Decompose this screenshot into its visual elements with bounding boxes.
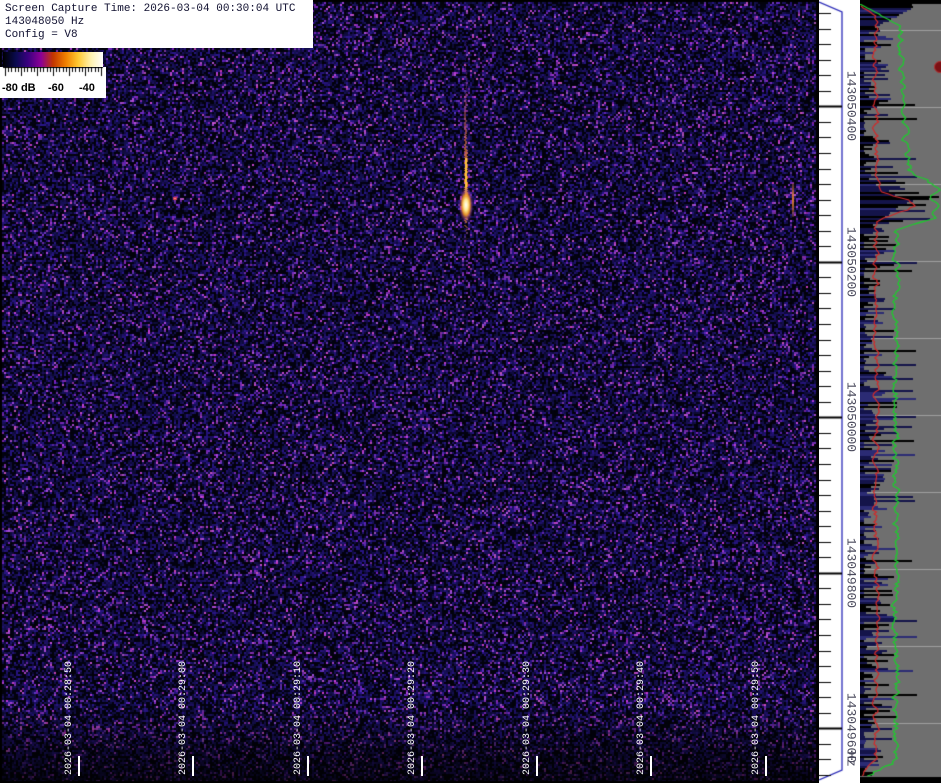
colorbar-label-40db: -40 — [79, 82, 95, 94]
time-axis-label: 2026-03-04 00:29:50 — [751, 661, 762, 775]
intensity-colorbar-scale: -80 dB -60 -40 — [0, 67, 106, 98]
time-tick — [421, 756, 423, 776]
capture-info-box: Screen Capture Time: 2026-03-04 00:30:04… — [0, 0, 313, 48]
colorbar-label-80db: -80 dB — [2, 82, 36, 94]
frequency-unit-label: Hz — [844, 751, 859, 767]
config-text: Config = V8 — [5, 29, 313, 42]
colorbar-label-60db: -60 — [48, 82, 64, 94]
time-tick — [192, 756, 194, 776]
live-spectrum-panel-canvas — [860, 0, 941, 783]
time-tick — [78, 756, 80, 776]
frequency-tick-label: 143050200 — [844, 227, 859, 297]
time-axis-label: 2026-03-04 00:29:30 — [522, 661, 533, 775]
receiver-frequency-text: 143048050 Hz — [5, 16, 313, 29]
meteor-spectrogram-screen: 2026-03-04 00:28:50 2026-03-04 00:29:00 20… — [0, 0, 941, 783]
time-tick — [765, 756, 767, 776]
time-tick — [307, 756, 309, 776]
time-axis-label: 2026-03-04 00:29:40 — [636, 661, 647, 775]
frequency-tick-label: 143050000 — [844, 382, 859, 452]
time-axis-label: 2026-03-04 00:28:50 — [64, 661, 75, 775]
intensity-colorbar-gradient — [3, 52, 103, 67]
time-axis-label: 2026-03-04 00:29:10 — [293, 661, 304, 775]
frequency-tick-label: 143049800 — [844, 538, 859, 608]
time-tick — [536, 756, 538, 776]
frequency-tick-label: 143050400 — [844, 71, 859, 141]
capture-time-text: Screen Capture Time: 2026-03-04 00:30:04… — [5, 3, 313, 16]
time-axis-label: 2026-03-04 00:29:20 — [407, 661, 418, 775]
time-axis-label: 2026-03-04 00:29:00 — [178, 661, 189, 775]
frequency-axis-strip: 1430504001430502001430500001430498001430… — [819, 0, 860, 783]
colorbar-ruler-ticks — [0, 67, 106, 80]
time-tick — [650, 756, 652, 776]
